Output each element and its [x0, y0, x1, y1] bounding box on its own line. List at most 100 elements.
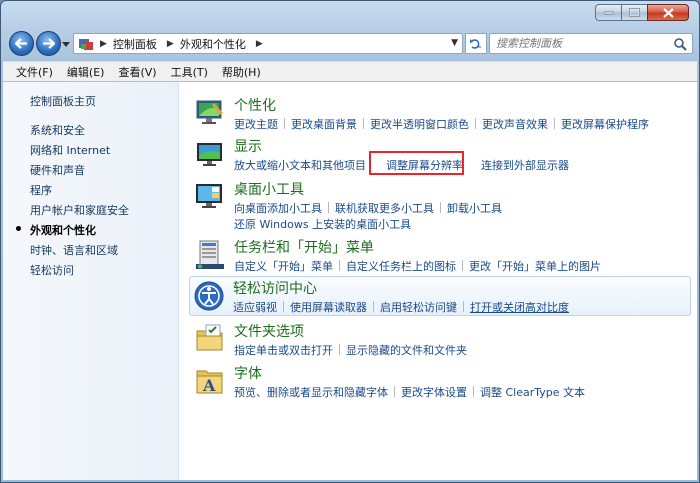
search-input[interactable] — [490, 34, 670, 53]
category-links: 自定义「开始」菜单 自定义任务栏上的图标 更改「开始」菜单上的图片 — [234, 258, 601, 274]
content-area: 控制面板主页 系统和安全 网络和 Internet 硬件和声音 程序 用户帐户和… — [3, 82, 697, 480]
highlight-box — [369, 151, 464, 175]
link-customize-taskbar-icons[interactable]: 自定义任务栏上的图标 — [346, 260, 456, 273]
refresh-icon — [470, 38, 481, 49]
sidebar-item-programs[interactable]: 程序 — [30, 182, 52, 198]
link-separator — [339, 260, 340, 271]
link-change-window-color[interactable]: 更改半透明窗口颜色 — [370, 118, 469, 131]
menu-edit[interactable]: 编辑(E) — [60, 64, 112, 80]
sidebar-item-network[interactable]: 网络和 Internet — [30, 142, 110, 158]
link-toggle-high-contrast[interactable]: 打开或关闭高对比度 — [470, 301, 569, 314]
category-title[interactable]: 显示 — [234, 136, 262, 156]
link-change-screensaver[interactable]: 更改屏幕保护程序 — [561, 118, 649, 131]
address-bar[interactable]: ▶ 控制面板 ▶ 外观和个性化 ▶ ▼ — [73, 33, 463, 54]
link-change-font-settings[interactable]: 更改字体设置 — [401, 386, 467, 399]
category-title[interactable]: 轻松访问中心 — [233, 278, 317, 298]
link-change-start-menu-picture[interactable]: 更改「开始」菜单上的图片 — [469, 260, 601, 273]
sidebar-item-system-security[interactable]: 系统和安全 — [30, 122, 85, 138]
breadcrumb-separator[interactable]: ▶ — [256, 39, 263, 49]
display-icon — [197, 143, 222, 166]
back-button[interactable] — [9, 31, 34, 56]
breadcrumb-separator[interactable]: ▶ — [167, 39, 174, 49]
category-title[interactable]: 个性化 — [234, 95, 276, 115]
link-change-theme[interactable]: 更改主题 — [234, 118, 278, 131]
sidebar-item-user-accounts[interactable]: 用户帐户和家庭安全 — [30, 202, 129, 218]
link-uninstall-gadget[interactable]: 卸载小工具 — [447, 202, 502, 215]
link-make-text-larger[interactable]: 放大或缩小文本和其他项目 — [234, 159, 366, 172]
link-separator — [475, 118, 476, 129]
link-add-gadget[interactable]: 向桌面添加小工具 — [234, 202, 322, 215]
fonts-icon: A — [196, 370, 223, 395]
personalization-icon — [196, 100, 223, 124]
sidebar-item-appearance[interactable]: 外观和个性化 — [30, 222, 96, 238]
main-pane: 个性化 更改主题 更改桌面背景 更改半透明窗口颜色 更改声音效果 更改屏幕保护程序 显示… — [179, 82, 697, 480]
category-title[interactable]: 字体 — [234, 363, 262, 383]
category-links: 向桌面添加小工具 联机获取更多小工具 卸载小工具 — [234, 200, 502, 216]
forward-arrow-icon — [43, 38, 55, 49]
link-turn-on-easy-access-keys[interactable]: 启用轻松访问键 — [380, 301, 457, 314]
category-ease-of-access[interactable]: 轻松访问中心 适应弱视 使用屏幕读取器 启用轻松访问键 打开或关闭高对比度 — [189, 276, 691, 316]
menu-file[interactable]: 文件(F) — [9, 64, 60, 80]
link-separator — [473, 386, 474, 397]
ease-of-access-icon — [194, 281, 224, 311]
sidebar-item-clock-language[interactable]: 时钟、语言和区域 — [30, 242, 118, 258]
control-panel-icon — [79, 38, 93, 50]
recent-pages-dropdown-icon[interactable] — [62, 40, 70, 48]
category-gadgets: 桌面小工具 向桌面添加小工具 联机获取更多小工具 卸载小工具 还原 Windows … — [191, 178, 691, 232]
search-box[interactable] — [489, 33, 693, 54]
category-personalization: 个性化 更改主题 更改桌面背景 更改半透明窗口颜色 更改声音效果 更改屏幕保护程序 — [191, 94, 691, 134]
link-adjust-cleartype[interactable]: 调整 ClearType 文本 — [480, 386, 585, 399]
close-button[interactable] — [647, 4, 689, 21]
breadcrumb-appearance[interactable]: 外观和个性化 — [180, 36, 246, 52]
category-folder-options: 文件夹选项 指定单击或双击打开 显示隐藏的文件和文件夹 — [191, 320, 691, 360]
address-dropdown-icon[interactable]: ▼ — [451, 38, 458, 48]
breadcrumb-control-panel[interactable]: 控制面板 — [113, 36, 157, 52]
link-change-sound-effects[interactable]: 更改声音效果 — [482, 118, 548, 131]
refresh-button[interactable] — [465, 33, 487, 54]
maximize-icon — [629, 8, 640, 17]
link-separator — [394, 386, 395, 397]
link-separator — [463, 301, 464, 312]
category-title[interactable]: 桌面小工具 — [234, 179, 304, 199]
link-connect-external-display[interactable]: 连接到外部显示器 — [481, 159, 569, 172]
link-separator — [554, 118, 555, 129]
category-links-row2: 还原 Windows 上安装的桌面小工具 — [234, 216, 411, 232]
breadcrumb-separator[interactable]: ▶ — [100, 39, 107, 49]
gadgets-icon — [196, 184, 222, 208]
minimize-icon — [603, 11, 614, 14]
link-get-more-gadgets[interactable]: 联机获取更多小工具 — [335, 202, 434, 215]
sidebar-item-ease-of-access[interactable]: 轻松访问 — [30, 262, 74, 278]
link-separator — [440, 202, 441, 213]
menu-view[interactable]: 查看(V) — [111, 64, 163, 80]
link-use-screen-reader[interactable]: 使用屏幕读取器 — [290, 301, 367, 314]
category-title[interactable]: 文件夹选项 — [234, 321, 304, 341]
sidebar-item-hardware-sound[interactable]: 硬件和声音 — [30, 162, 85, 178]
link-customize-start-menu[interactable]: 自定义「开始」菜单 — [234, 260, 333, 273]
minimize-button[interactable] — [595, 4, 621, 21]
link-separator — [328, 202, 329, 213]
category-links: 预览、删除或者显示和隐藏字体 更改字体设置 调整 ClearType 文本 — [234, 384, 585, 400]
active-bullet — [16, 226, 21, 231]
link-restore-gadgets[interactable]: 还原 Windows 上安装的桌面小工具 — [234, 218, 411, 231]
sidebar-home[interactable]: 控制面板主页 — [30, 93, 96, 109]
forward-button[interactable] — [36, 31, 61, 56]
link-separator — [339, 344, 340, 355]
link-optimize-for-blindness[interactable]: 适应弱视 — [233, 301, 277, 314]
search-icon[interactable] — [673, 37, 687, 51]
maximize-button[interactable] — [621, 4, 647, 21]
sidebar: 控制面板主页 系统和安全 网络和 Internet 硬件和声音 程序 用户帐户和… — [3, 82, 179, 480]
category-taskbar: 任务栏和「开始」菜单 自定义「开始」菜单 自定义任务栏上的图标 更改「开始」菜单上的… — [191, 236, 691, 276]
back-arrow-icon — [15, 38, 27, 49]
caption-buttons — [595, 4, 689, 21]
link-separator — [462, 260, 463, 271]
link-single-or-double-click[interactable]: 指定单击或双击打开 — [234, 344, 333, 357]
category-title[interactable]: 任务栏和「开始」菜单 — [234, 237, 374, 257]
svg-text:A: A — [202, 376, 216, 395]
category-links: 更改主题 更改桌面背景 更改半透明窗口颜色 更改声音效果 更改屏幕保护程序 — [234, 116, 649, 132]
menu-tools[interactable]: 工具(T) — [164, 64, 215, 80]
link-show-hidden-files[interactable]: 显示隐藏的文件和文件夹 — [346, 344, 467, 357]
menu-help[interactable]: 帮助(H) — [215, 64, 268, 80]
link-change-desktop-background[interactable]: 更改桌面背景 — [291, 118, 357, 131]
link-separator — [363, 118, 364, 129]
link-preview-delete-fonts[interactable]: 预览、删除或者显示和隐藏字体 — [234, 386, 388, 399]
